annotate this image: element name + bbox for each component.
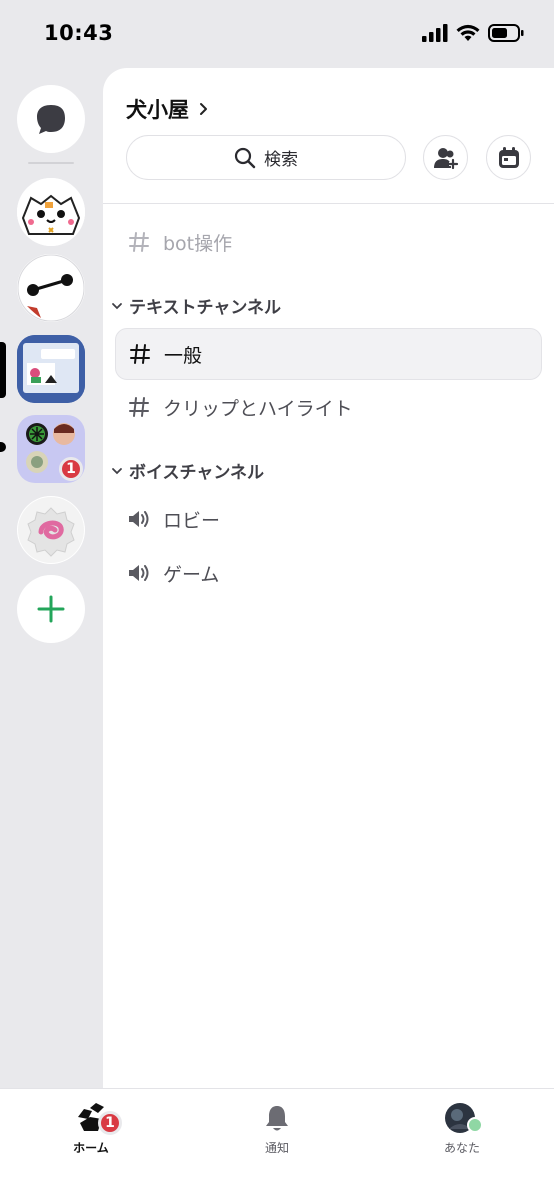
server-thumbnail-icon [17,335,85,403]
wifi-icon [456,24,480,41]
server-baymax-icon[interactable] [17,254,85,322]
channel-bot[interactable]: bot操作 [115,216,542,268]
hashtag-icon [115,396,163,418]
channel-label: bot操作 [163,232,233,255]
naruto-swirl-icon [18,497,84,563]
tab-you[interactable]: あなた [407,1103,517,1156]
bell-icon [266,1106,288,1131]
events-button[interactable] [486,135,531,180]
add-server-button[interactable] [17,575,85,643]
channel-label: ロビー [163,509,221,532]
white-cat-face-icon [17,178,85,246]
tab-label: 通知 [264,1141,289,1155]
server-unread-badge: 1 [59,457,83,481]
category-text-channels[interactable]: テキストチャンネル [111,293,281,318]
bottom-tab-bar: 1 ホーム 通知 あなた [0,1088,554,1199]
unread-server-indicator [0,442,6,452]
discord-app: 10:43 1 犬小屋 検索 bot操作 テキストチャンネル 一般 クリップとハ… [0,0,554,1199]
server-rail: 1 [0,68,103,1088]
hashtag-icon [116,343,164,365]
home-unread-badge: 1 [98,1111,122,1135]
channel-clips-highlights[interactable]: クリップとハイライト [115,381,542,433]
chevron-right-icon [200,103,207,115]
channel-panel: 犬小屋 検索 bot操作 テキストチャンネル 一般 クリップとハイライト ボイス… [103,68,554,1088]
avatar-wrap [445,1103,483,1133]
search-icon [234,147,256,168]
channel-lobby[interactable]: ロビー [115,493,542,545]
chevron-down-icon [112,467,122,474]
channel-game[interactable]: ゲーム [115,547,542,599]
guild-name: 犬小屋 [126,98,189,122]
category-label: テキストチャンネル [129,298,281,318]
baymax-face-icon [17,254,85,322]
search-label: 検索 [264,150,298,170]
rail-separator [28,162,74,164]
chevron-down-icon [112,302,122,309]
cellular-signal-icon [422,24,448,42]
tab-label: あなた [443,1141,480,1155]
direct-messages-button[interactable] [17,85,85,153]
channel-general[interactable]: 一般 [115,328,542,380]
header-divider [103,203,554,204]
server-group-folder[interactable]: 1 [17,415,85,483]
tab-label: ホーム [73,1141,109,1155]
channel-label: ゲーム [163,563,220,586]
battery-icon [488,24,524,42]
online-status-dot [467,1117,483,1133]
add-member-icon [433,147,458,169]
calendar-icon [498,146,519,168]
server-naruto-icon[interactable] [17,496,85,564]
home-icon-wrap: 1 [74,1103,122,1135]
channel-label: 一般 [164,344,203,367]
invite-button[interactable] [423,135,468,180]
selected-server-indicator [0,342,6,398]
speaker-icon [115,562,163,584]
plus-icon [37,595,65,623]
speaker-icon [115,508,163,530]
channel-label: クリップとハイライト [163,397,353,420]
status-icons [422,24,524,42]
search-button[interactable]: 検索 [126,135,406,180]
hashtag-icon [115,231,163,253]
server-dog-house[interactable] [17,335,85,403]
chat-bubble-icon [37,105,65,134]
server-cat-icon[interactable] [17,178,85,246]
guild-header[interactable]: 犬小屋 [126,94,209,124]
status-time: 10:43 [44,21,114,45]
category-label: ボイスチャンネル [129,463,264,483]
tab-home[interactable]: 1 ホーム [36,1103,146,1156]
tab-notifications[interactable]: 通知 [222,1103,332,1156]
status-bar: 10:43 [0,0,554,68]
category-voice-channels[interactable]: ボイスチャンネル [111,458,264,483]
